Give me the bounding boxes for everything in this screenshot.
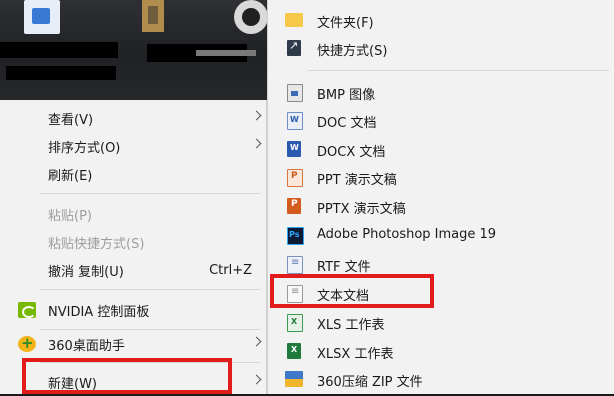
menu-item-paste-shortcut: 粘贴快捷方式(S) <box>0 228 266 256</box>
redacted-label <box>0 42 118 58</box>
desktop-area <box>0 0 284 100</box>
menu-item-label: 360桌面助手 <box>48 338 125 354</box>
submenu-item-label: PPTX 演示文稿 <box>317 202 406 217</box>
redacted-label <box>196 50 256 56</box>
rtf-file-icon <box>287 256 303 274</box>
submenu-item-label: BMP 图像 <box>317 88 376 103</box>
submenu-item-shortcut[interactable]: 快捷方式(S) <box>268 34 614 62</box>
submenu-item-label: 快捷方式(S) <box>317 44 388 59</box>
chevron-right-icon <box>251 110 262 121</box>
document-icon[interactable] <box>24 0 60 34</box>
music-player-icon[interactable] <box>234 0 268 34</box>
chevron-right-icon <box>251 374 262 385</box>
menu-item-label: 查看(V) <box>48 112 94 128</box>
360-icon <box>18 334 36 352</box>
redacted-label <box>6 66 116 80</box>
pptx-file-icon <box>287 198 301 214</box>
shortcut-text: Ctrl+Z <box>209 262 252 278</box>
submenu-item-ppt[interactable]: PPT 演示文稿 <box>268 163 614 191</box>
doc-file-icon <box>287 112 303 130</box>
zip-file-icon <box>285 371 303 387</box>
menu-item-label: 粘贴快捷方式(S) <box>48 236 145 252</box>
menu-item-nvidia-control-panel[interactable]: NVIDIA 控制面板 <box>0 296 266 324</box>
menu-separator <box>40 193 260 194</box>
menu-separator <box>40 289 260 290</box>
submenu-item-label: 360压缩 ZIP 文件 <box>317 375 423 390</box>
ppt-file-icon <box>287 169 303 187</box>
menu-item-paste: 粘贴(P) <box>0 200 266 228</box>
desktop-context-menu: 查看(V) 排序方式(O) 刷新(E) 粘贴(P) 粘贴快捷方式(S) 撤消 复… <box>0 100 267 394</box>
submenu-item-label: XLS 工作表 <box>317 318 385 333</box>
submenu-item-bmp-image[interactable]: BMP 图像 <box>268 78 614 106</box>
shortcut-icon <box>287 39 301 56</box>
bmp-file-icon <box>287 84 303 102</box>
menu-item-label: NVIDIA 控制面板 <box>48 304 150 320</box>
submenu-item-label: RTF 文件 <box>317 260 371 275</box>
menu-item-refresh[interactable]: 刷新(E) <box>0 160 266 188</box>
folder-icon <box>285 13 303 27</box>
submenu-item-label: 文件夹(F) <box>317 16 374 31</box>
menu-item-view[interactable]: 查看(V) <box>0 104 266 132</box>
submenu-item-pptx[interactable]: PPTX 演示文稿 <box>268 192 614 220</box>
submenu-item-xlsx[interactable]: XLSX 工作表 <box>268 337 614 365</box>
new-submenu: 文件夹(F) 快捷方式(S) BMP 图像 DOC 文档 DOCX 文档 PPT… <box>267 0 614 394</box>
submenu-item-docx[interactable]: DOCX 文档 <box>268 135 614 163</box>
submenu-item-label: XLSX 工作表 <box>317 347 394 362</box>
nvidia-icon <box>18 302 36 318</box>
photoshop-file-icon <box>287 227 304 245</box>
menu-item-label: 刷新(E) <box>48 168 93 184</box>
folder-icon[interactable] <box>142 0 164 32</box>
chevron-right-icon <box>251 138 262 149</box>
menu-item-sort-by[interactable]: 排序方式(O) <box>0 132 266 160</box>
highlight-box-new <box>22 358 232 394</box>
submenu-item-xls[interactable]: XLS 工作表 <box>268 308 614 336</box>
chevron-right-icon <box>251 336 262 347</box>
menu-item-label: 粘贴(P) <box>48 208 92 224</box>
menu-item-label: 撤消 复制(U) <box>48 264 124 280</box>
docx-file-icon <box>287 141 301 157</box>
menu-item-undo-copy[interactable]: 撤消 复制(U) Ctrl+Z <box>0 256 266 284</box>
submenu-item-photoshop[interactable]: Adobe Photoshop Image 19 <box>268 221 614 249</box>
menu-separator <box>308 70 609 71</box>
submenu-item-zip[interactable]: 360压缩 ZIP 文件 <box>268 365 614 393</box>
menu-item-360-desktop-assistant[interactable]: 360桌面助手 <box>0 330 266 358</box>
submenu-item-label: Adobe Photoshop Image 19 <box>317 227 497 242</box>
submenu-item-doc[interactable]: DOC 文档 <box>268 106 614 134</box>
menu-item-label: 排序方式(O) <box>48 140 121 156</box>
xls-file-icon <box>287 314 303 332</box>
highlight-box-text-document <box>270 274 434 308</box>
xlsx-file-icon <box>287 343 301 359</box>
submenu-item-label: PPT 演示文稿 <box>317 173 397 188</box>
submenu-item-folder[interactable]: 文件夹(F) <box>268 6 614 34</box>
submenu-item-label: DOCX 文档 <box>317 145 386 160</box>
submenu-item-label: DOC 文档 <box>317 116 377 131</box>
